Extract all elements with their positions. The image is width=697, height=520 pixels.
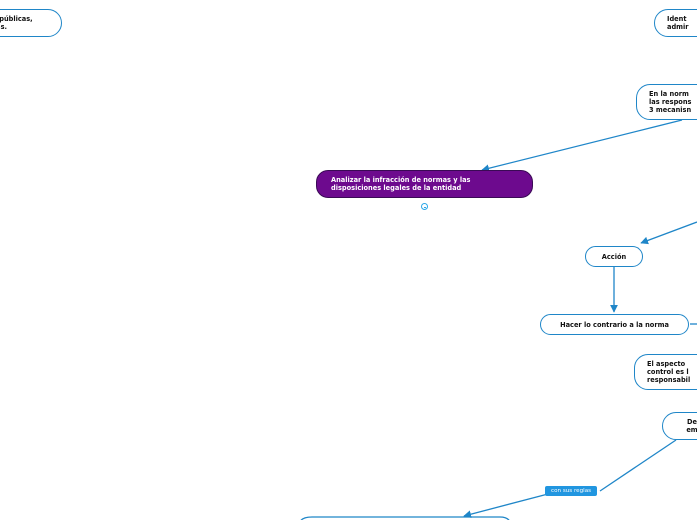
node-top-right[interactable]: Ident admir [654, 9, 697, 37]
node-top-left[interactable]: s públicas, tas. [0, 9, 62, 37]
node-normas[interactable]: En la norm las respons 3 mecanisn [636, 84, 697, 120]
collapse-toggle-icon[interactable] [421, 203, 428, 210]
connector-label-to-bottom [463, 493, 549, 518]
connector-de-to-label [599, 439, 677, 492]
link-label-con-sus-reglas[interactable]: con sus reglas [545, 486, 598, 496]
node-accion[interactable]: Acción [585, 246, 643, 267]
node-main-topic[interactable]: Analizar la infracción de normas y las d… [316, 170, 533, 198]
node-aspecto-control[interactable]: El aspecto control es l responsabil [634, 354, 697, 390]
connector-to-accion [640, 221, 697, 245]
node-de-em[interactable]: De em [662, 412, 697, 440]
mind-map-canvas[interactable]: s públicas, tas. Ident admir En la norm … [0, 0, 697, 520]
node-hacer-contrario[interactable]: Hacer lo contrario a la norma [540, 314, 689, 335]
connector-normas-to-main [481, 119, 683, 173]
